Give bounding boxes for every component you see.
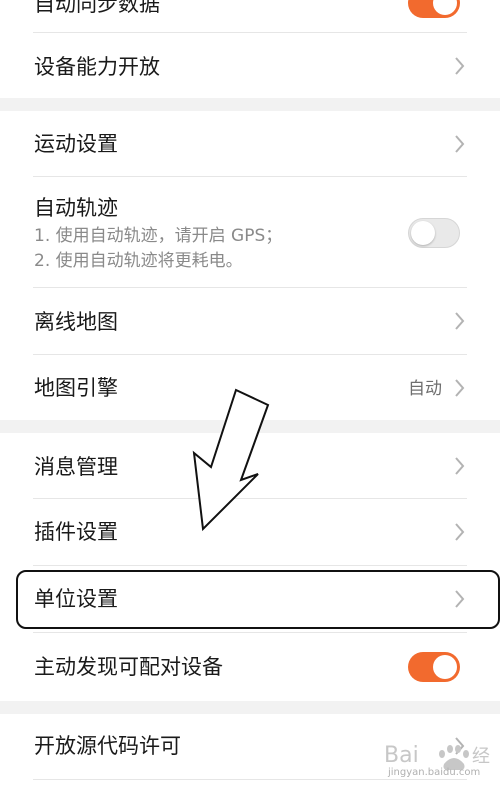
svg-text:经: 经: [472, 746, 490, 767]
annotation-arrow-icon: [192, 388, 270, 532]
watermark-subtext: jingyan.baidu.com: [388, 767, 481, 778]
watermark-brand: Bai: [384, 743, 419, 768]
